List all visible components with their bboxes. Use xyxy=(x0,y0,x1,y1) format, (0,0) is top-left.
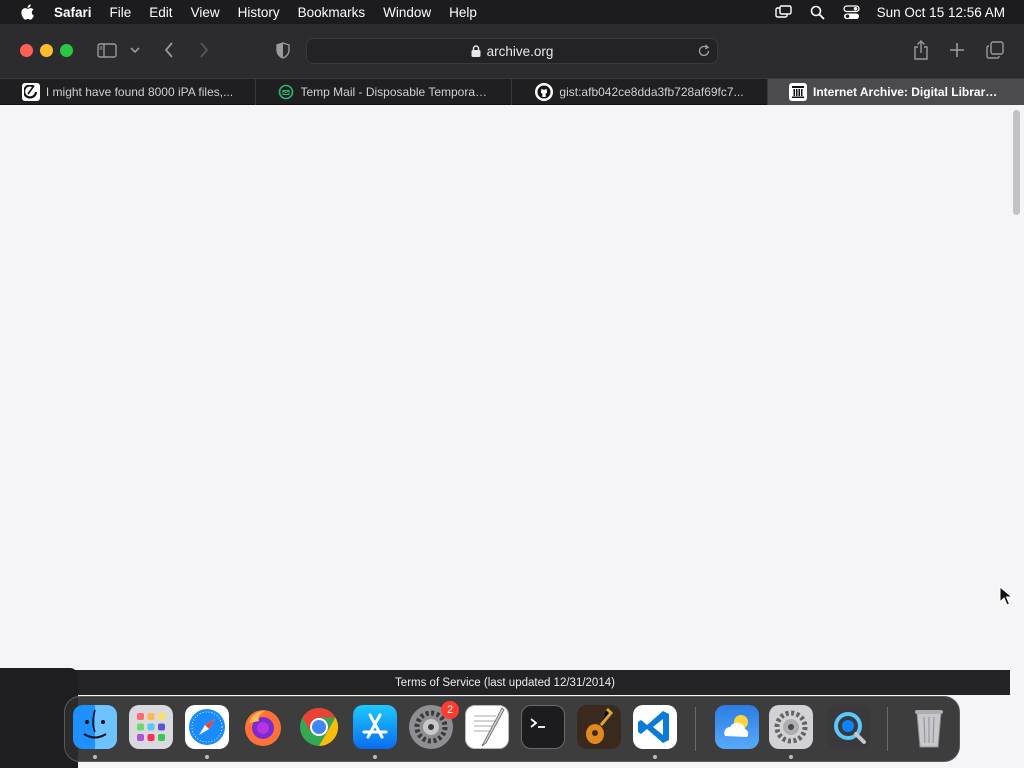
tab-label: Temp Mail - Disposable Temporary... xyxy=(300,85,491,99)
trash-icon[interactable] xyxy=(907,705,951,749)
archive-icon xyxy=(789,83,807,101)
menu-help[interactable]: Help xyxy=(449,5,477,20)
dock-separator xyxy=(695,707,696,751)
finder-icon[interactable] xyxy=(73,705,117,749)
reddit-icon xyxy=(21,83,40,101)
running-indicator xyxy=(205,755,209,759)
tab-bar: I might have found 8000 iPA files,... Te… xyxy=(0,78,1024,105)
menu-history[interactable]: History xyxy=(238,5,280,20)
minimize-window-button[interactable] xyxy=(40,44,53,57)
tab-label: Internet Archive: Digital Library of... xyxy=(813,85,1003,99)
tab-label: gist:afb042ce8dda3fb728af69fc7... xyxy=(559,85,744,99)
running-indicator xyxy=(93,755,97,759)
share-icon[interactable] xyxy=(911,39,931,61)
spotlight-search-icon[interactable] xyxy=(809,3,827,21)
menu-edit[interactable]: Edit xyxy=(149,5,172,20)
notification-badge: 2 xyxy=(441,701,459,719)
lock-icon xyxy=(471,45,481,57)
system-settings-icon[interactable]: 2 xyxy=(409,701,459,749)
menu-bar: Safari File Edit View History Bookmarks … xyxy=(0,0,1024,24)
tab-overview-icon[interactable] xyxy=(985,40,1005,60)
privacy-shield-icon[interactable] xyxy=(274,40,292,60)
mouse-cursor-icon xyxy=(999,586,1013,606)
tab-label: I might have found 8000 iPA files,... xyxy=(45,85,234,99)
new-tab-icon[interactable] xyxy=(947,40,967,60)
terms-of-service-link[interactable]: Terms of Service (last updated 12/31/201… xyxy=(395,677,615,689)
terminal-icon[interactable] xyxy=(521,705,565,749)
sidebar-toggle-icon[interactable] xyxy=(96,41,118,59)
vscode-icon[interactable] xyxy=(633,705,677,749)
apple-menu-icon[interactable] xyxy=(18,3,36,21)
chrome-icon[interactable] xyxy=(297,705,341,749)
dock: 2 xyxy=(64,696,960,762)
scrollbar-thumb[interactable] xyxy=(1013,110,1020,215)
menu-view[interactable]: View xyxy=(191,5,220,20)
textedit-icon[interactable] xyxy=(465,705,509,749)
menu-bookmarks[interactable]: Bookmarks xyxy=(298,5,366,20)
app-store-icon[interactable] xyxy=(353,705,397,749)
safari-toolbar: archive.org xyxy=(0,24,1024,78)
web-content[interactable] xyxy=(0,105,1010,670)
close-window-button[interactable] xyxy=(20,44,33,57)
firefox-icon[interactable] xyxy=(241,705,285,749)
weather-icon[interactable] xyxy=(715,705,759,749)
proxyman-icon[interactable] xyxy=(827,705,871,749)
menu-file[interactable]: File xyxy=(110,5,132,20)
running-indicator xyxy=(789,755,793,759)
page-scrollbar[interactable] xyxy=(1010,105,1024,695)
forward-button[interactable] xyxy=(195,40,213,60)
tab-internet-archive[interactable]: Internet Archive: Digital Library of... xyxy=(768,79,1024,105)
control-center-icon[interactable] xyxy=(843,3,861,21)
tab-gist[interactable]: gist:afb042ce8dda3fb728af69fc7... xyxy=(512,79,768,105)
menubar-clock[interactable]: Sun Oct 15 12:56 AM xyxy=(877,5,1005,20)
garageband-icon[interactable] xyxy=(577,705,621,749)
menu-window[interactable]: Window xyxy=(383,5,431,20)
running-indicator xyxy=(653,755,657,759)
menu-app-name[interactable]: Safari xyxy=(54,5,92,20)
reload-icon[interactable] xyxy=(697,44,711,58)
safari-icon[interactable] xyxy=(185,705,229,749)
address-bar[interactable]: archive.org xyxy=(306,38,718,64)
tempmail-icon xyxy=(277,83,295,101)
back-button[interactable] xyxy=(160,40,178,60)
chevron-down-icon[interactable] xyxy=(128,44,142,56)
running-indicator xyxy=(373,755,377,759)
launchpad-icon[interactable] xyxy=(129,705,173,749)
maximize-window-button[interactable] xyxy=(60,44,73,57)
github-icon xyxy=(535,83,554,101)
tab-reddit[interactable]: I might have found 8000 iPA files,... xyxy=(0,79,256,105)
address-bar-url: archive.org xyxy=(486,43,554,59)
page-footer: Terms of Service (last updated 12/31/201… xyxy=(0,670,1010,695)
screen-mirroring-icon[interactable] xyxy=(774,3,793,21)
system-preferences-icon[interactable] xyxy=(769,705,813,749)
dock-separator xyxy=(887,707,888,751)
tab-temp-mail[interactable]: Temp Mail - Disposable Temporary... xyxy=(256,79,512,105)
